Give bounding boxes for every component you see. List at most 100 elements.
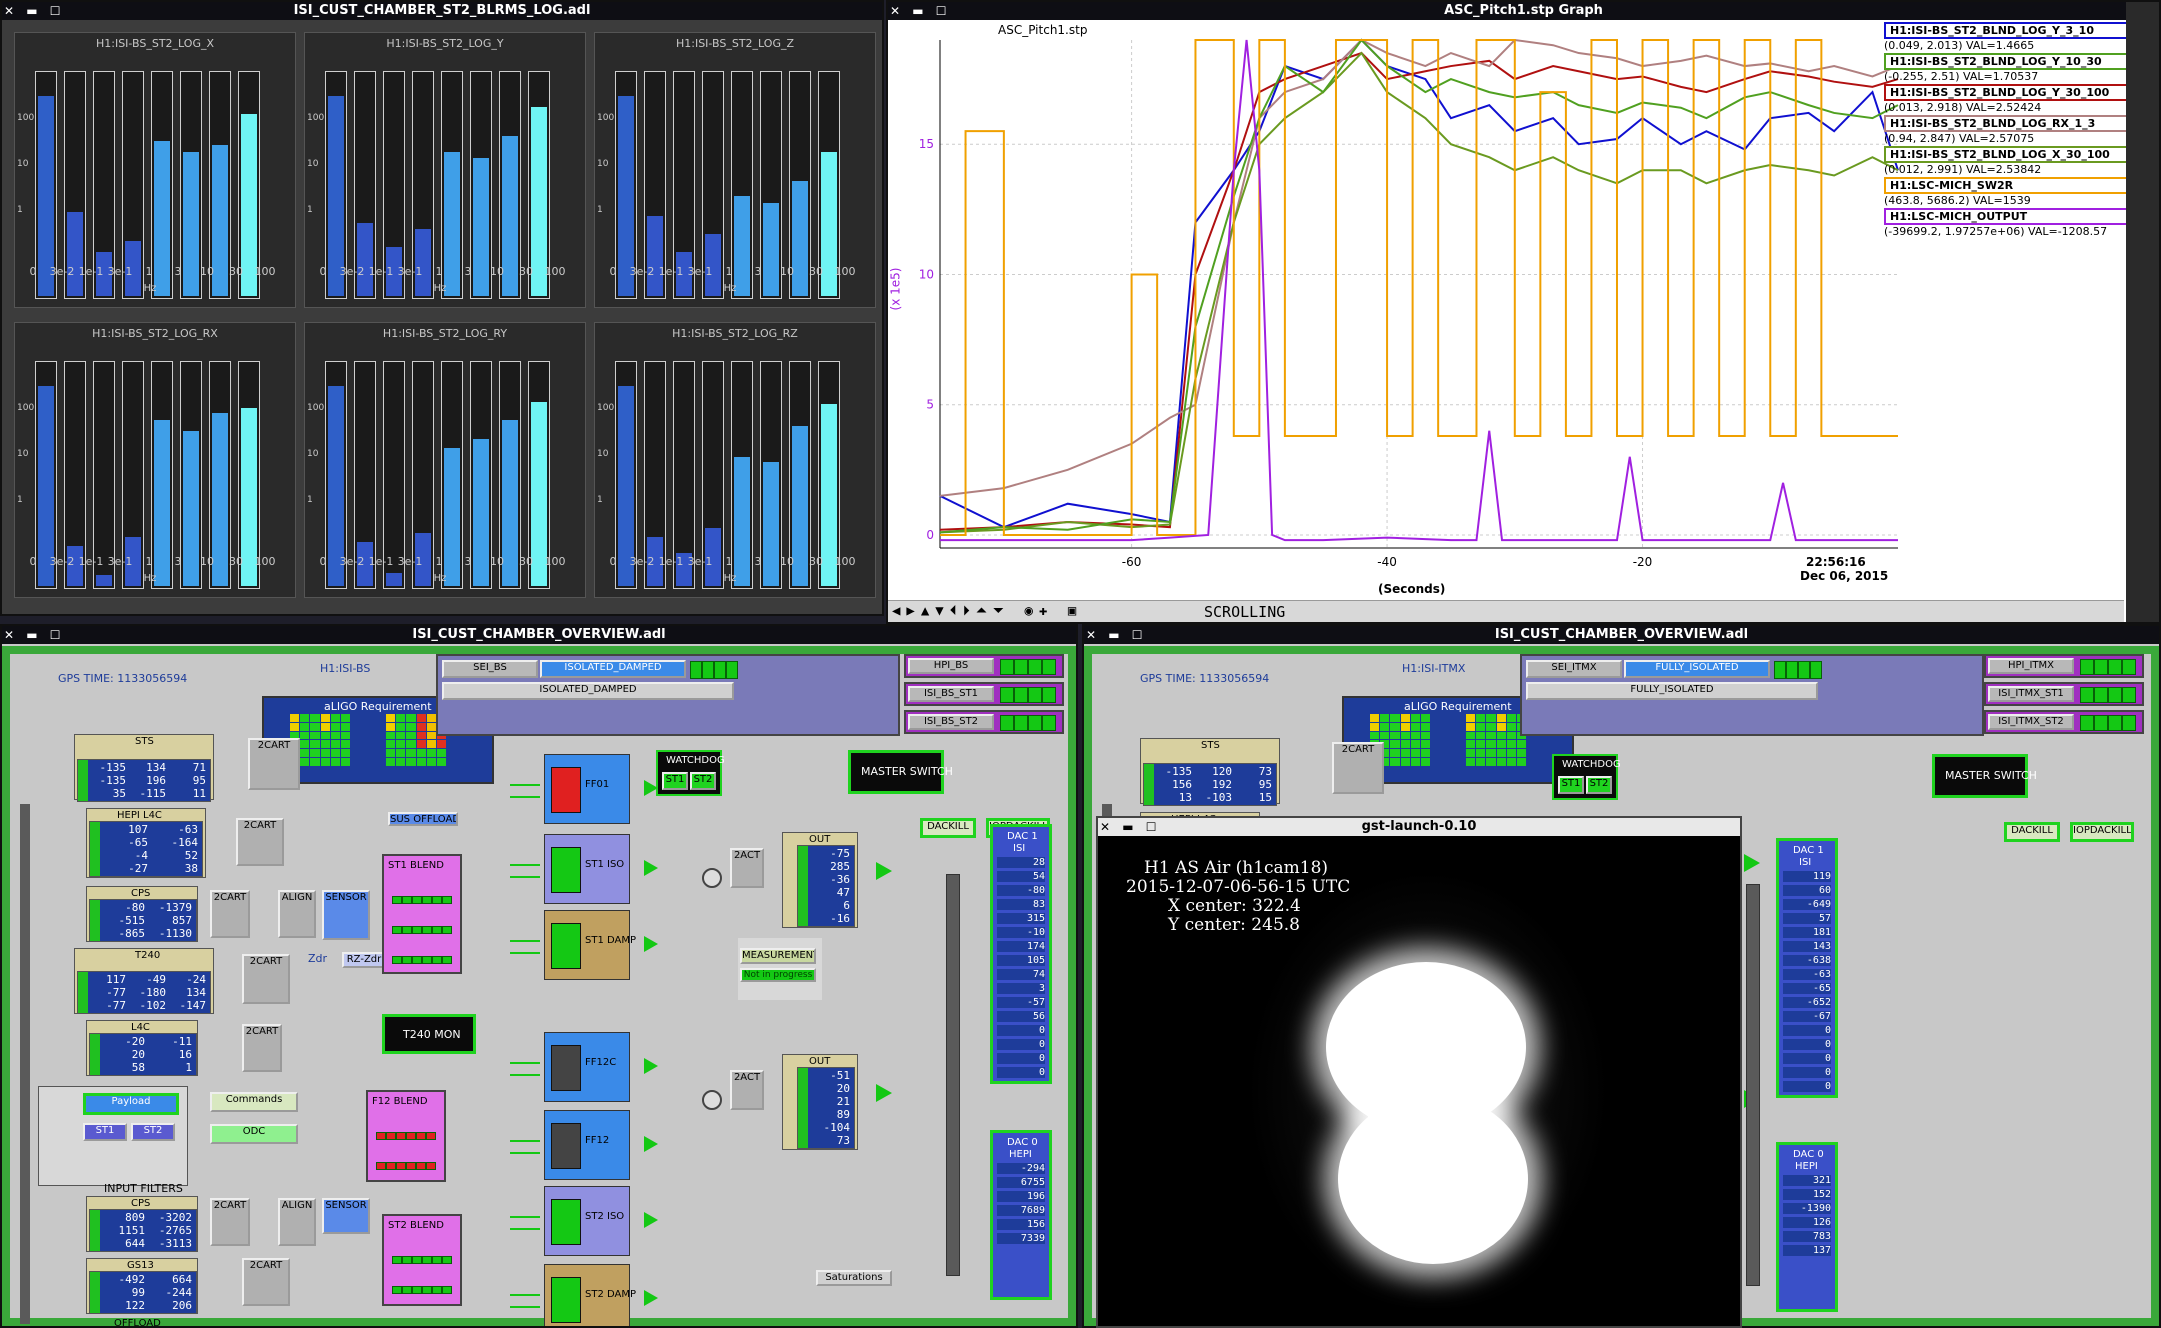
- window-controls-icon[interactable]: ✕ ▬ ☐: [890, 2, 951, 20]
- blend-panel[interactable]: F12 BLEND: [366, 1090, 446, 1182]
- filter-stage[interactable]: ST1 ISO: [544, 834, 630, 904]
- graph-window[interactable]: ✕ ▬ ☐ ASC_Pitch1.stp Graph ASC_Pitch1.stp…: [886, 0, 2161, 624]
- x-tick-label: 1e-1: [78, 555, 104, 568]
- saturations-button[interactable]: Saturations: [816, 1270, 892, 1286]
- filter-stage[interactable]: ST1 DAMP: [544, 910, 636, 980]
- requirement-cell: [406, 714, 416, 722]
- toolbar-arrows-icon[interactable]: ◀▶▲▼⏴⏵⏶⏷ ◉✚ ▣: [892, 603, 1082, 619]
- legend-item[interactable]: H1:LSC-MICH_OUTPUT (-39699.2, 1.97257e+06…: [1884, 208, 2144, 239]
- legend-item[interactable]: H1:ISI-BS_ST2_BLND_LOG_RX_1_3 (0.94, 2.84…: [1884, 115, 2144, 146]
- state-select[interactable]: ISOLATED_DAMPED: [442, 682, 734, 700]
- out-panel: OUT -75 285 -36 47 6 -16: [782, 832, 858, 928]
- 2act-button[interactable]: 2ACT: [730, 848, 764, 888]
- sus-offload-button[interactable]: SUS OFFLOAD: [388, 812, 458, 826]
- overview-left-titlebar[interactable]: ✕ ▬ ☐ ISI_CUST_CHAMBER_OVERVIEW.adl: [2, 626, 1076, 644]
- state-select[interactable]: FULLY_ISOLATED: [1526, 682, 1818, 700]
- watchdog-st1-button[interactable]: ST1: [662, 772, 688, 790]
- gst-titlebar[interactable]: ✕ ▬ ☐ gst-launch-0.10: [1098, 818, 1740, 836]
- requirement-cell: [1400, 722, 1410, 731]
- subsystem-button[interactable]: ISI_ITMX_ST2: [1988, 714, 2074, 730]
- filter-stage[interactable]: FF12: [544, 1110, 630, 1180]
- filter-stage[interactable]: FF12C: [544, 1032, 630, 1102]
- filter-stage-label: FF01: [585, 779, 610, 790]
- y-tick-label: 100: [597, 403, 615, 413]
- subsystem-button[interactable]: ISI_ITMX_ST1: [1988, 686, 2074, 702]
- legend-item[interactable]: H1:ISI-BS_ST2_BLND_LOG_Y_30_100 (0.013, 2…: [1884, 84, 2144, 115]
- window-controls-icon[interactable]: ✕ ▬ ☐: [4, 2, 65, 20]
- value-cell: -115: [139, 787, 167, 800]
- blend-indicator: [386, 1162, 396, 1170]
- filter-stage[interactable]: ST2 ISO: [544, 1186, 630, 1256]
- status-indicator: [2080, 687, 2094, 703]
- value-cell: 11: [192, 787, 206, 800]
- window-controls-icon[interactable]: ✕ ▬ ☐: [1086, 626, 1147, 644]
- value-cell: 52: [184, 849, 198, 862]
- watchdog-st1-button[interactable]: ST1: [1558, 776, 1584, 794]
- requirement-cell: [300, 722, 310, 731]
- legend-item[interactable]: H1:ISI-BS_ST2_BLND_LOG_Y_10_30 (-0.255, 2…: [1884, 53, 2144, 84]
- overview-right-titlebar[interactable]: ✕ ▬ ☐ ISI_CUST_CHAMBER_OVERVIEW.adl: [1084, 626, 2159, 644]
- commands-button[interactable]: Commands: [210, 1092, 298, 1112]
- legend-item[interactable]: H1:LSC-MICH_SW2R (463.8, 5686.2) VAL=1539: [1884, 177, 2144, 208]
- sei-button[interactable]: SEI_BS: [442, 660, 538, 678]
- gst-window[interactable]: ✕ ▬ ☐ gst-launch-0.10 H1 AS Air (h1cam18)…: [1096, 816, 1742, 1328]
- filter-stage[interactable]: FF01: [544, 754, 630, 824]
- 2cart-button[interactable]: 2CART: [210, 1198, 250, 1246]
- legend-name: H1:ISI-BS_ST2_BLND_LOG_RX_1_3: [1884, 115, 2144, 132]
- 2cart-button[interactable]: 2CART: [236, 818, 284, 866]
- x-tick-label: 0: [609, 265, 617, 278]
- x-tick-label: 1: [145, 265, 153, 278]
- 2act-button[interactable]: 2ACT: [730, 1070, 764, 1110]
- legend-item[interactable]: H1:ISI-BS_ST2_BLND_LOG_X_30_100 (0.012, 2…: [1884, 146, 2144, 177]
- odc-button[interactable]: ODC: [210, 1124, 298, 1144]
- subsystem-button[interactable]: ISI_BS_ST2: [908, 714, 994, 730]
- st1-nav-button[interactable]: ST1: [83, 1123, 127, 1141]
- overview-left-window[interactable]: ✕ ▬ ☐ ISI_CUST_CHAMBER_OVERVIEW.adl GPS T…: [0, 624, 1078, 1328]
- blend-panel[interactable]: ST2 BLEND: [382, 1214, 462, 1306]
- window-controls-icon[interactable]: ✕ ▬ ☐: [4, 626, 65, 644]
- state-button[interactable]: ISOLATED_DAMPED: [540, 660, 686, 678]
- legend-item[interactable]: H1:ISI-BS_ST2_BLND_LOG_Y_3_10 (0.049, 2.0…: [1884, 22, 2144, 53]
- requirement-cell: [416, 714, 426, 722]
- rz-zdr-button[interactable]: RZ-Zdr: [342, 952, 386, 968]
- x-tick-label: 30: [519, 265, 533, 278]
- 2cart-button[interactable]: 2CART: [1332, 742, 1384, 794]
- payload-button[interactable]: Payload: [83, 1093, 179, 1115]
- measurement-status: Not in progress: [740, 968, 816, 982]
- align-button[interactable]: ALIGN: [278, 890, 316, 938]
- st2-nav-button[interactable]: ST2: [131, 1123, 175, 1141]
- filter-stage[interactable]: ST2 DAMP: [544, 1264, 636, 1326]
- graph-toolbar: ◀▶▲▼⏴⏵⏶⏷ ◉✚ ▣ SCROLLING: [888, 600, 2124, 622]
- align-button[interactable]: ALIGN: [278, 1198, 316, 1246]
- iopdackill-button[interactable]: IOPDACKILL: [2070, 822, 2134, 842]
- sei-button[interactable]: SEI_ITMX: [1526, 660, 1622, 678]
- t240-mon-button[interactable]: T240 MON: [382, 1014, 476, 1054]
- 2cart-button[interactable]: 2CART: [210, 890, 250, 938]
- blrms-titlebar[interactable]: ✕ ▬ ☐ ISI_CUST_CHAMBER_ST2_BLRMS_LOG.adl: [2, 2, 882, 20]
- watchdog-st2-button[interactable]: ST2: [1586, 776, 1612, 794]
- dackill-button[interactable]: DACKILL: [920, 818, 976, 838]
- blrms-window[interactable]: ✕ ▬ ☐ ISI_CUST_CHAMBER_ST2_BLRMS_LOG.adl …: [0, 0, 884, 616]
- 2cart-button[interactable]: 2CART: [242, 1258, 290, 1306]
- 2cart-button[interactable]: 2CART: [242, 954, 290, 1004]
- watchdog-st2-button[interactable]: ST2: [690, 772, 716, 790]
- sensor-button[interactable]: SENSOR: [322, 1198, 370, 1234]
- master-switch[interactable]: MASTER SWITCH: [848, 750, 953, 794]
- blend-panel[interactable]: ST1 BLEND: [382, 854, 462, 974]
- 2cart-button[interactable]: 2CART: [248, 738, 300, 790]
- window-controls-icon[interactable]: ✕ ▬ ☐: [1100, 818, 1161, 836]
- 2cart-button[interactable]: 2CART: [242, 1024, 282, 1072]
- value-cell: -180: [139, 986, 167, 999]
- y-tick-label: 10: [597, 449, 609, 459]
- graph-titlebar[interactable]: ✕ ▬ ☐ ASC_Pitch1.stp Graph: [888, 2, 2159, 20]
- master-switch[interactable]: MASTER SWITCH: [1932, 754, 2037, 798]
- sensor-button[interactable]: SENSOR: [322, 890, 370, 940]
- subsystem-button[interactable]: ISI_BS_ST1: [908, 686, 994, 702]
- requirement-cell: [386, 758, 396, 766]
- measurement-button[interactable]: MEASUREMENT: [740, 948, 816, 964]
- subsystem-button[interactable]: HPI_BS: [908, 658, 994, 674]
- state-button[interactable]: FULLY_ISOLATED: [1624, 660, 1770, 678]
- x-tick-label: 10: [200, 555, 214, 568]
- dackill-button[interactable]: DACKILL: [2004, 822, 2060, 842]
- subsystem-button[interactable]: HPI_ITMX: [1988, 658, 2074, 674]
